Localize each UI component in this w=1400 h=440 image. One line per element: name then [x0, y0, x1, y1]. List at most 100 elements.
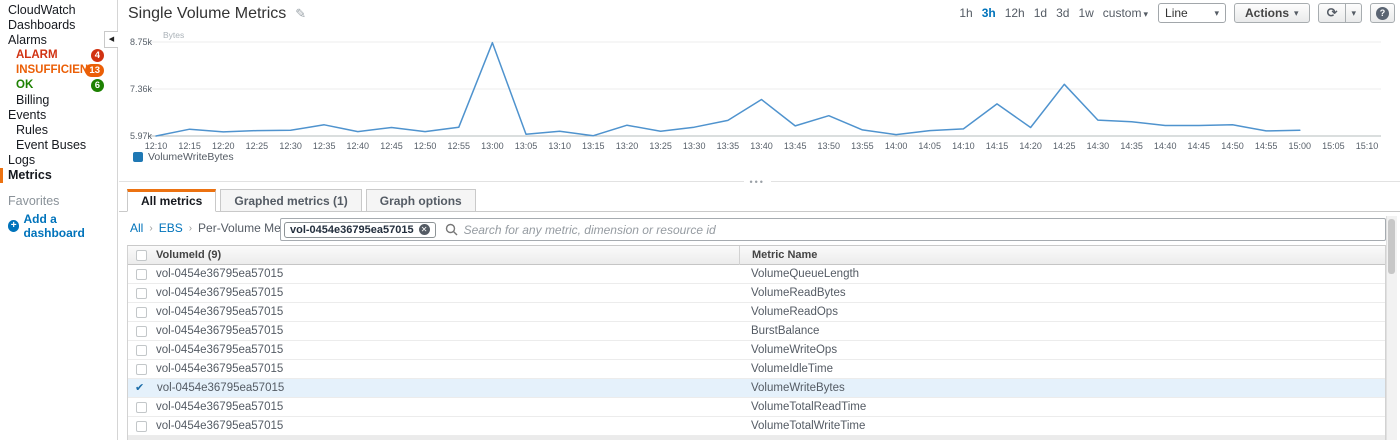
volume-id-cell: vol-0454e36795ea57015	[156, 363, 284, 375]
metric-name-cell: VolumeWriteBytes	[751, 382, 845, 394]
add-dashboard-link[interactable]: + Add a dashboard	[0, 212, 117, 240]
breadcrumb-separator: ›	[188, 222, 193, 234]
row-checkbox[interactable]	[136, 344, 147, 356]
svg-text:Bytes: Bytes	[163, 30, 184, 40]
row-checkbox[interactable]	[136, 325, 147, 337]
refresh-options-button[interactable]: ▾	[1345, 3, 1362, 23]
row-checkbox[interactable]	[136, 363, 147, 375]
svg-text:15:00: 15:00	[1289, 141, 1312, 151]
refresh-button-group: ⟳ ▾	[1317, 3, 1362, 23]
sidebar-item-rules[interactable]: Rules	[0, 123, 117, 138]
panel-resize-handle[interactable]: •••	[743, 178, 771, 187]
alarm-count-badge: 4	[90, 49, 104, 62]
sidebar-item-cloudwatch[interactable]: CloudWatch	[0, 3, 117, 18]
metric-name-cell: BurstBalance	[751, 325, 820, 337]
time-range-3d[interactable]: 3d	[1056, 6, 1069, 20]
time-range-1w[interactable]: 1w	[1078, 6, 1093, 20]
sidebar-item-billing[interactable]: Billing	[0, 93, 117, 108]
legend-color-swatch	[133, 152, 143, 162]
table-row[interactable]: vol-0454e36795ea57015 VolumeQueueLength	[128, 265, 1385, 284]
sidebar-item-logs[interactable]: Logs	[0, 153, 117, 168]
time-range-custom[interactable]: custom ▾	[1103, 6, 1148, 20]
volume-id-cell: vol-0454e36795ea57015	[156, 344, 284, 356]
svg-text:13:50: 13:50	[818, 141, 841, 151]
metric-name-cell: VolumeTotalWriteTime	[751, 420, 866, 432]
row-checkbox[interactable]	[136, 401, 147, 413]
time-range-1d[interactable]: 1d	[1034, 6, 1047, 20]
volume-id-cell: vol-0454e36795ea57015	[156, 420, 284, 432]
volume-id-cell: vol-0454e36795ea57015	[156, 287, 284, 299]
row-checkbox[interactable]	[136, 306, 147, 318]
svg-text:12:45: 12:45	[380, 141, 403, 151]
refresh-button[interactable]: ⟳	[1317, 3, 1347, 23]
volume-id-cell: vol-0454e36795ea57015	[156, 325, 284, 337]
svg-text:12:55: 12:55	[448, 141, 471, 151]
time-range-3h[interactable]: 3h	[982, 6, 996, 20]
row-checkbox-checked[interactable]: ✔	[135, 382, 148, 394]
chart-type-select[interactable]: Line ▾	[1158, 3, 1227, 23]
breadcrumb: All › EBS › Per-Volume Metrics	[130, 221, 303, 235]
row-checkbox[interactable]	[136, 268, 147, 280]
edit-title-icon[interactable]: ✎	[295, 6, 306, 22]
table-row[interactable]: vol-0454e36795ea57015 BurstBalance	[128, 322, 1385, 341]
svg-text:8.75k: 8.75k	[130, 37, 153, 47]
breadcrumb-ebs[interactable]: EBS	[159, 221, 183, 235]
breadcrumb-all[interactable]: All	[130, 221, 143, 235]
metric-search-input[interactable]: vol-0454e36795ea57015 ✕ Search for any m…	[280, 218, 1386, 241]
refresh-icon: ⟳	[1326, 5, 1338, 20]
svg-text:12:10: 12:10	[145, 141, 168, 151]
panel-scrollbar[interactable]	[1386, 216, 1397, 440]
remove-filter-icon[interactable]: ✕	[418, 224, 430, 235]
sidebar-item-events[interactable]: Events	[0, 108, 117, 123]
sidebar-item-alarm[interactable]: ALARM 4	[0, 48, 117, 63]
table-row[interactable]: ✔ vol-0454e36795ea57015 VolumeWriteBytes	[128, 379, 1385, 398]
row-checkbox[interactable]	[136, 420, 147, 432]
actions-button[interactable]: Actions ▾	[1234, 3, 1310, 23]
metrics-table: VolumeId (9) Metric Name vol-0454e36795e…	[127, 245, 1386, 440]
table-row[interactable]: vol-0454e36795ea57015 VolumeTotalWriteTim…	[128, 417, 1385, 436]
svg-text:13:35: 13:35	[717, 141, 740, 151]
add-dashboard-label: Add a dashboard	[23, 212, 85, 240]
filter-token[interactable]: vol-0454e36795ea57015 ✕	[284, 221, 436, 238]
tab-graph-options[interactable]: Graph options	[365, 189, 476, 212]
svg-text:12:25: 12:25	[246, 141, 269, 151]
tab-graphed-metrics-1-[interactable]: Graphed metrics (1)	[220, 189, 362, 212]
svg-text:12:50: 12:50	[414, 141, 437, 151]
row-checkbox[interactable]	[136, 287, 147, 299]
help-button[interactable]: ?	[1370, 3, 1395, 23]
sidebar-item-alarms[interactable]: Alarms	[0, 33, 117, 48]
legend-series-label: VolumeWriteBytes	[148, 151, 234, 163]
select-all-checkbox[interactable]	[136, 249, 147, 261]
search-icon	[445, 223, 458, 236]
svg-text:5.97k: 5.97k	[130, 131, 153, 141]
metrics-line-chart[interactable]: 8.75k 7.36k 5.97k Bytes 12:10 12:15 12:20 12:25…	[119, 28, 1396, 154]
svg-text:13:10: 13:10	[548, 141, 571, 151]
table-row[interactable]: vol-0454e36795ea57015 VolumeReadOps	[128, 303, 1385, 322]
svg-text:14:15: 14:15	[986, 141, 1009, 151]
sidebar-item-dashboards[interactable]: Dashboards	[0, 18, 117, 33]
sidebar-item-event-buses[interactable]: Event Buses	[0, 138, 117, 153]
metric-name-cell: VolumeTotalReadTime	[751, 401, 867, 413]
svg-text:14:10: 14:10	[952, 141, 975, 151]
tab-all-metrics[interactable]: All metrics	[127, 189, 217, 212]
table-row[interactable]: vol-0454e36795ea57015 VolumeTotalReadTime	[128, 398, 1385, 417]
plus-icon: +	[8, 220, 20, 232]
chart-legend[interactable]: VolumeWriteBytes	[133, 151, 234, 163]
sidebar-item-metrics[interactable]: Metrics	[0, 168, 117, 183]
sidebar-collapse-handle[interactable]: ◀	[104, 31, 118, 48]
sidebar-item-ok[interactable]: OK 6	[0, 78, 117, 93]
sidebar-item-insufficient[interactable]: INSUFFICIENT 13	[0, 63, 117, 78]
scrollbar-thumb[interactable]	[1388, 219, 1395, 274]
table-row[interactable]: vol-0454e36795ea57015 VolumeWriteOps	[128, 341, 1385, 360]
table-header-row: VolumeId (9) Metric Name	[128, 246, 1385, 265]
svg-text:13:05: 13:05	[515, 141, 538, 151]
table-row[interactable]: vol-0454e36795ea57015 VolumeReadBytes	[128, 284, 1385, 303]
metric-name-cell: VolumeReadOps	[751, 306, 838, 318]
metric-name-cell: VolumeWriteOps	[751, 344, 838, 356]
graph-controls: 1h 3h 12h 1d 3d 1w custom ▾ Line ▾ Actions ▾ ⟳ …	[959, 3, 1395, 23]
volumeid-column-header: VolumeId (9)	[156, 249, 222, 261]
volume-id-cell: vol-0454e36795ea57015	[156, 268, 284, 280]
time-range-12h[interactable]: 12h	[1005, 6, 1025, 20]
table-row[interactable]: vol-0454e36795ea57015 VolumeIdleTime	[128, 360, 1385, 379]
time-range-1h[interactable]: 1h	[959, 6, 972, 20]
